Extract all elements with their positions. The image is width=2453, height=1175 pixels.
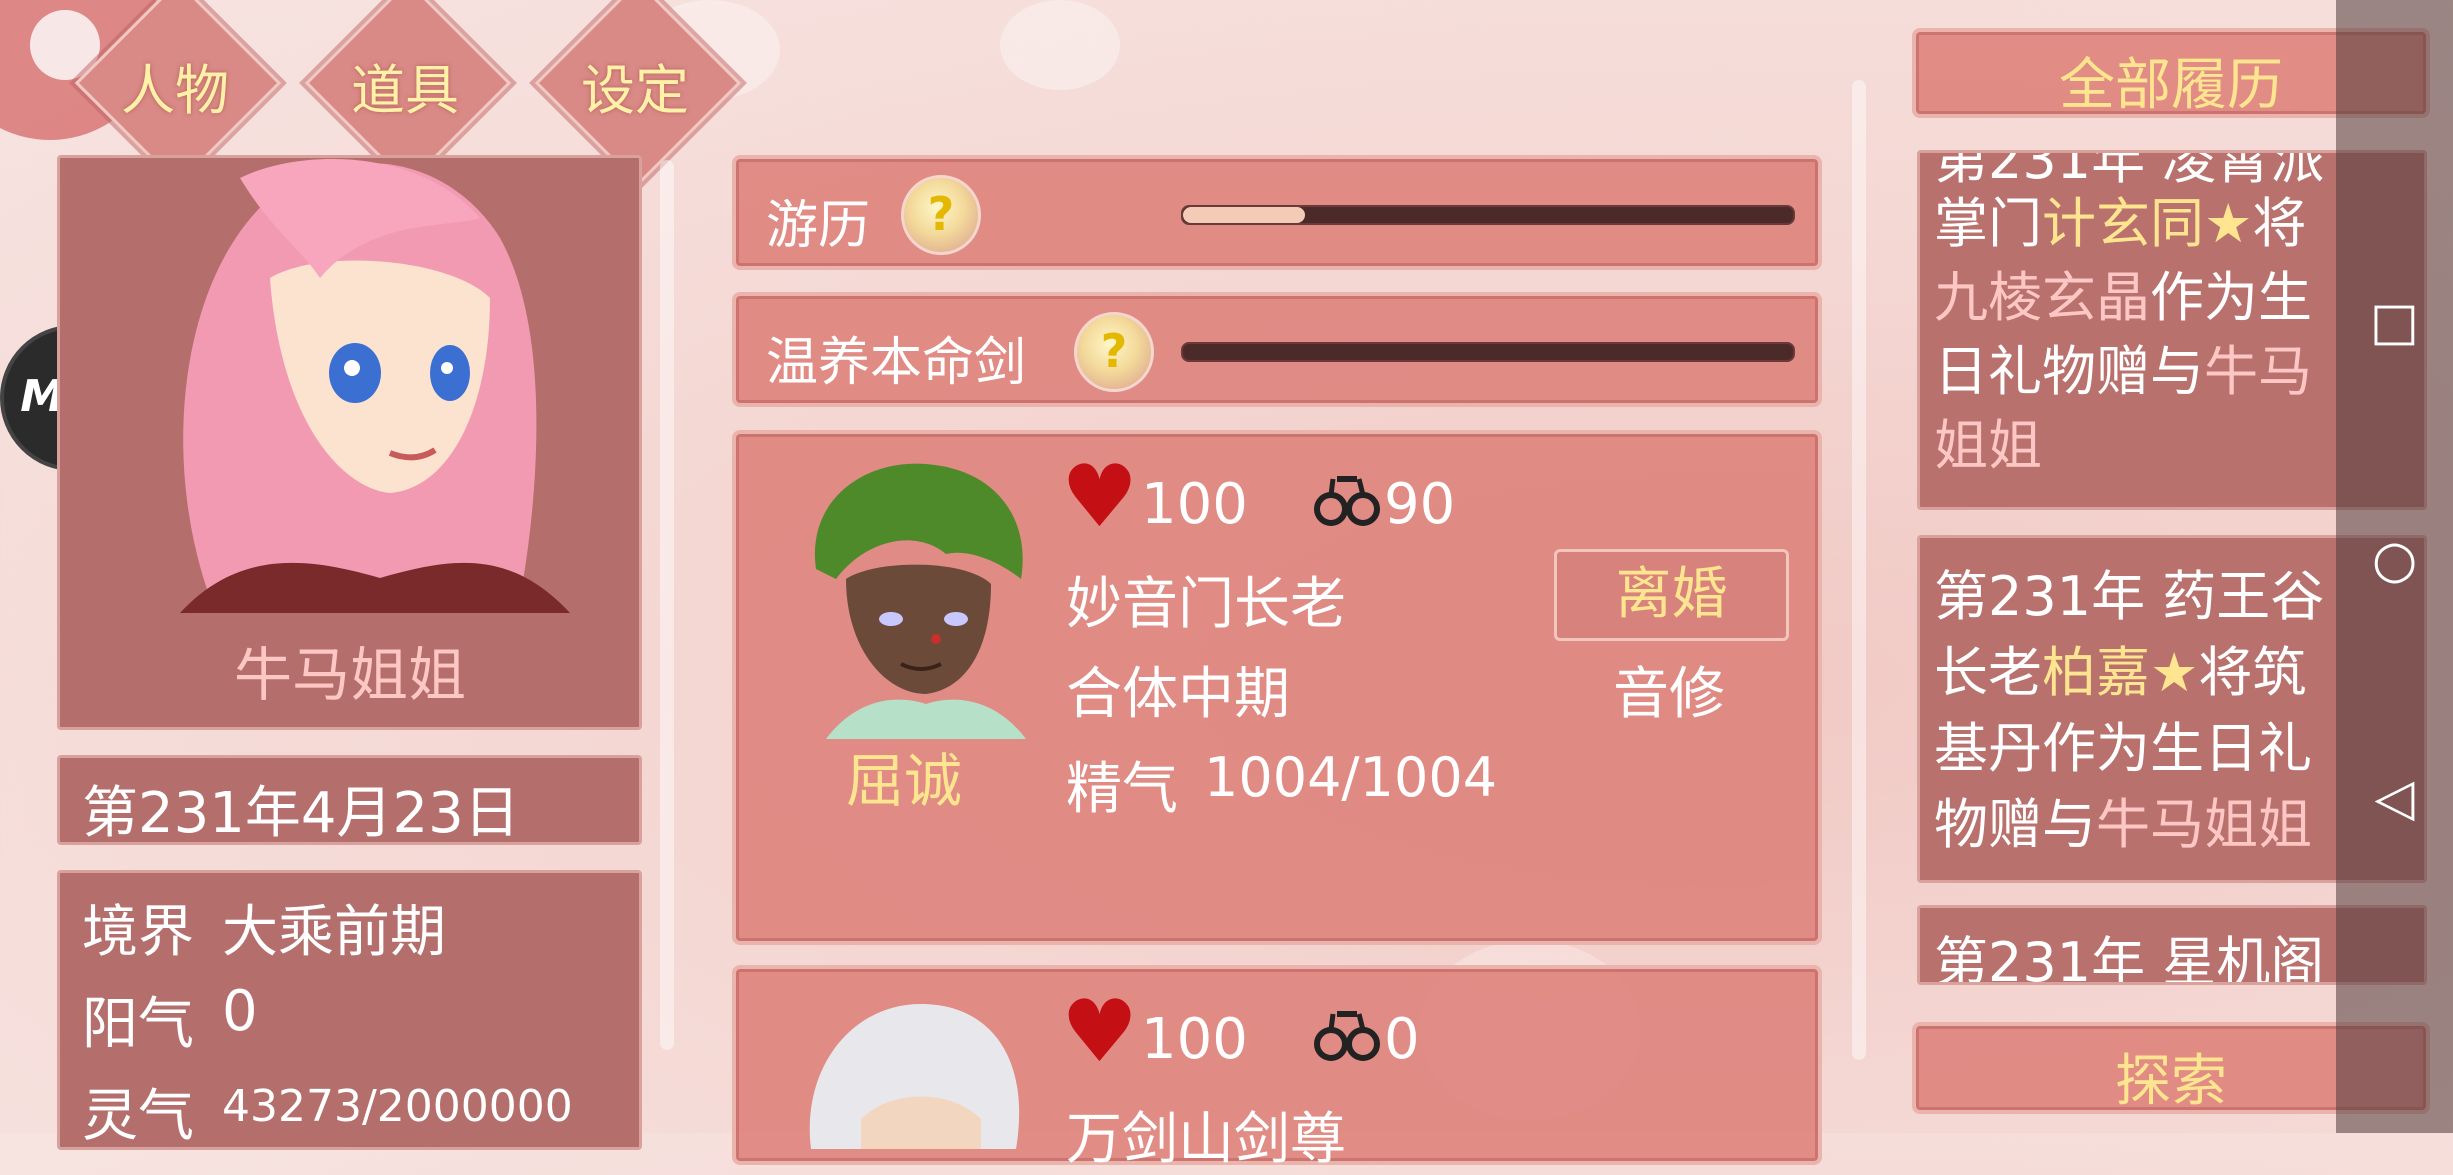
yang-value: 0 bbox=[222, 979, 258, 1044]
partner-name: 屈诚 bbox=[846, 747, 963, 815]
history-text: 基丹作为生日礼 bbox=[1934, 717, 2312, 780]
square-icon[interactable]: □ bbox=[2336, 292, 2453, 352]
player-name: 牛马姐姐 bbox=[233, 641, 466, 709]
player-portrait bbox=[180, 158, 570, 613]
middle-scrollbar[interactable] bbox=[1852, 80, 1866, 1060]
stats-panel: 境界 大乘前期 阳气 0 灵气 43273/2000000 bbox=[57, 870, 642, 1150]
game-date: 第231年4月23日 bbox=[82, 781, 520, 846]
tab-items[interactable]: 道具 bbox=[305, 46, 505, 125]
history-text: 九棱玄晶作为生 bbox=[1934, 266, 2312, 329]
partner-realm: 合体中期 bbox=[1066, 662, 1290, 727]
travel-progress-fill bbox=[1183, 207, 1305, 223]
sword-progress-bar bbox=[1181, 342, 1795, 362]
travel-help-icon[interactable]: ? bbox=[901, 175, 981, 255]
history-text: 第231年 星机阁 bbox=[1934, 931, 2325, 985]
travel-label: 游历 bbox=[766, 196, 871, 256]
back-triangle-icon[interactable]: ◁ bbox=[2336, 768, 2453, 828]
progress-row-travel: 游历 ? bbox=[732, 155, 1822, 270]
love-value: 100 bbox=[1141, 1007, 1248, 1072]
history-text: 日礼物赠与牛马 bbox=[1934, 340, 2312, 403]
background-flower bbox=[1000, 0, 1120, 90]
handcuff-icon bbox=[1314, 1011, 1380, 1061]
partner-portrait bbox=[814, 463, 1026, 739]
date-panel: 第231年4月23日 bbox=[57, 755, 642, 846]
player-portrait-panel: 牛马姐姐 bbox=[57, 155, 642, 730]
divorce-button[interactable]: 离婚 bbox=[1554, 549, 1789, 641]
heart-icon: ♥ bbox=[1061, 982, 1139, 1082]
yang-label: 阳气 bbox=[82, 992, 194, 1057]
spirit-value: 43273/2000000 bbox=[222, 1081, 573, 1132]
love-value: 100 bbox=[1141, 472, 1248, 537]
partner-card: 屈诚 ♥ 100 90 妙音门长老 合体中期 精气 1004/1004 离婚 音… bbox=[732, 430, 1822, 945]
handcuff-icon bbox=[1314, 476, 1380, 526]
sword-help-icon[interactable]: ? bbox=[1074, 312, 1154, 392]
tab-character[interactable]: 人物 bbox=[75, 46, 275, 125]
bond-value: 0 bbox=[1384, 1007, 1420, 1072]
spirit-label: 灵气 bbox=[82, 1084, 194, 1149]
system-nav-rail: □ ○ ◁ bbox=[2336, 0, 2453, 1133]
history-text: 掌门计玄同★将 bbox=[1934, 192, 2307, 255]
history-text: 第231年 药王谷 bbox=[1934, 565, 2325, 628]
partner-card: ♥ 100 0 万剑山剑尊 bbox=[732, 965, 1822, 1172]
energy-label: 精气 bbox=[1066, 757, 1178, 822]
cultivation-type: 音修 bbox=[1613, 662, 1725, 727]
realm-label: 境界 bbox=[82, 900, 194, 965]
progress-row-sword: 温养本命剑 ? bbox=[732, 292, 1822, 407]
history-text: 长老柏嘉★将筑 bbox=[1934, 641, 2307, 704]
history-text: 物赠与牛马姐姐 bbox=[1934, 793, 2312, 856]
left-scrollbar[interactable] bbox=[660, 160, 674, 1050]
partner-portrait bbox=[809, 1004, 1020, 1149]
realm-value: 大乘前期 bbox=[222, 900, 446, 965]
tab-settings[interactable]: 设定 bbox=[535, 46, 735, 125]
partner-title: 妙音门长老 bbox=[1066, 572, 1346, 637]
circle-icon[interactable]: ○ bbox=[2336, 530, 2453, 590]
travel-progress-bar bbox=[1181, 205, 1795, 225]
heart-icon: ♥ bbox=[1061, 447, 1139, 547]
partner-title: 万剑山剑尊 bbox=[1066, 1107, 1346, 1172]
history-text: 姐姐 bbox=[1934, 414, 2042, 477]
sword-label: 温养本命剑 bbox=[766, 333, 1027, 393]
energy-value: 1004/1004 bbox=[1204, 746, 1498, 809]
bond-value: 90 bbox=[1384, 472, 1456, 537]
